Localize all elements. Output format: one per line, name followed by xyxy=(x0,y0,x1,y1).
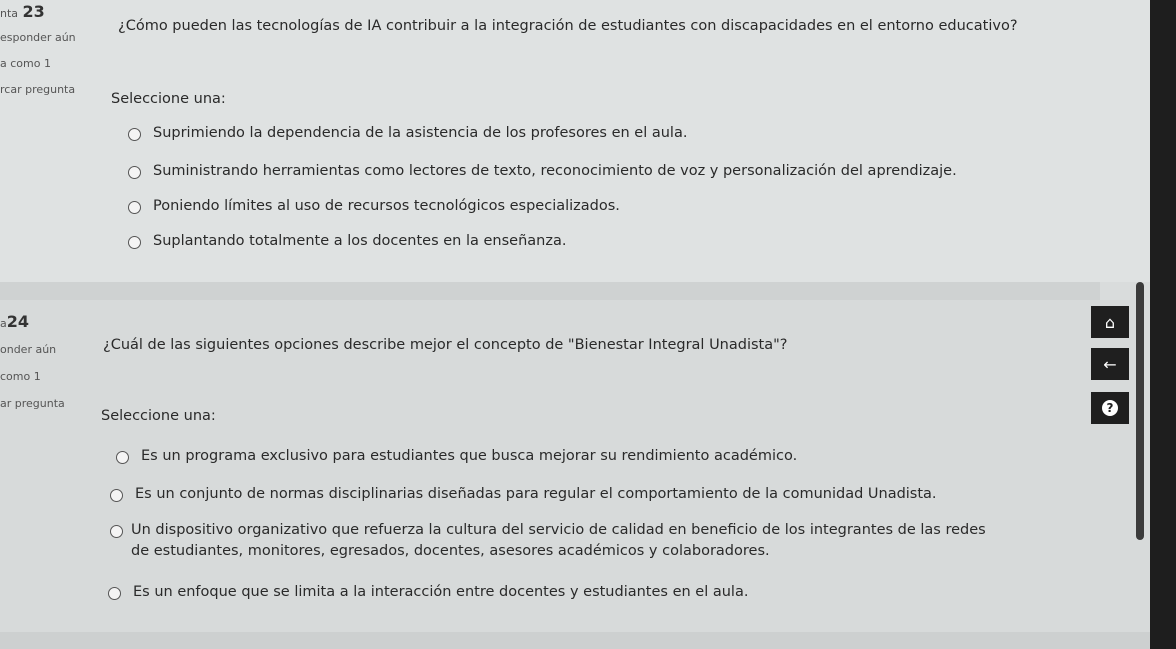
option-label: Es un programa exclusivo para estudiante… xyxy=(141,448,798,464)
option-label: Un dispositivo organizativo que refuerza… xyxy=(131,522,986,559)
option-label: Suplantando totalmente a los docentes en… xyxy=(153,233,567,249)
home-button[interactable]: ⌂ xyxy=(1091,306,1129,338)
question-info: a24 onder aún como 1 ar pregunta xyxy=(0,312,80,410)
option-label: Es un enfoque que se limita a la interac… xyxy=(133,584,749,600)
option-label: Poniendo límites al uso de recursos tecn… xyxy=(153,198,620,214)
question-separator xyxy=(0,282,1100,300)
option-label: Suprimiendo la dependencia de la asisten… xyxy=(153,125,688,141)
select-prompt: Seleccione una: xyxy=(101,408,216,424)
radio-button[interactable] xyxy=(108,587,121,600)
help-icon: ? xyxy=(1102,400,1118,416)
option-label: Es un conjunto de normas disciplinarias … xyxy=(135,486,937,502)
answer-option[interactable]: Suplantando totalmente a los docentes en… xyxy=(128,233,566,252)
select-prompt: Seleccione una: xyxy=(111,91,226,107)
answer-option[interactable]: Poniendo límites al uso de recursos tecn… xyxy=(128,198,620,217)
radio-button[interactable] xyxy=(128,128,141,141)
back-arrow-icon: ← xyxy=(1103,354,1117,374)
question-text: ¿Cuál de las siguientes opciones describ… xyxy=(103,337,788,353)
question-text: ¿Cómo pueden las tecnologías de IA contr… xyxy=(118,18,1018,34)
answer-option[interactable]: Es un conjunto de normas disciplinarias … xyxy=(110,486,937,505)
question-marks: como 1 xyxy=(0,370,41,383)
answer-option[interactable]: Suprimiendo la dependencia de la asisten… xyxy=(128,125,687,144)
question-status: onder aún xyxy=(0,343,57,356)
option-label: Suministrando herramientas como lectores… xyxy=(153,163,957,179)
flag-question-link[interactable]: rcar pregunta xyxy=(0,83,80,96)
answer-option[interactable]: Es un programa exclusivo para estudiante… xyxy=(116,448,797,467)
question-number: nta 23 xyxy=(0,2,45,21)
help-button[interactable]: ? xyxy=(1091,392,1129,424)
radio-button[interactable] xyxy=(128,166,141,179)
radio-button[interactable] xyxy=(110,489,123,502)
radio-button[interactable] xyxy=(128,201,141,214)
back-button[interactable]: ← xyxy=(1091,348,1129,380)
question-number: a24 xyxy=(0,312,30,331)
question-marks: a como 1 xyxy=(0,57,51,70)
flag-question-link[interactable]: ar pregunta xyxy=(0,397,80,410)
question-block-24: a24 onder aún como 1 ar pregunta ¿Cuál d… xyxy=(0,300,1176,632)
home-icon: ⌂ xyxy=(1104,312,1116,332)
question-info: nta 23 esponder aún a como 1 rcar pregun… xyxy=(0,2,80,96)
page-bottom xyxy=(0,632,1150,649)
radio-button[interactable] xyxy=(116,451,129,464)
radio-button[interactable] xyxy=(128,236,141,249)
scrollbar-thumb[interactable] xyxy=(1136,282,1144,540)
question-status: esponder aún xyxy=(0,31,76,44)
question-block-23: nta 23 esponder aún a como 1 rcar pregun… xyxy=(0,0,1176,282)
answer-option[interactable]: Suministrando herramientas como lectores… xyxy=(128,163,957,182)
answer-option[interactable]: Es un enfoque que se limita a la interac… xyxy=(108,584,748,603)
scrollbar-track[interactable] xyxy=(1150,0,1176,649)
radio-button[interactable] xyxy=(110,525,123,538)
answer-option[interactable]: Un dispositivo organizativo que refuerza… xyxy=(110,522,990,562)
